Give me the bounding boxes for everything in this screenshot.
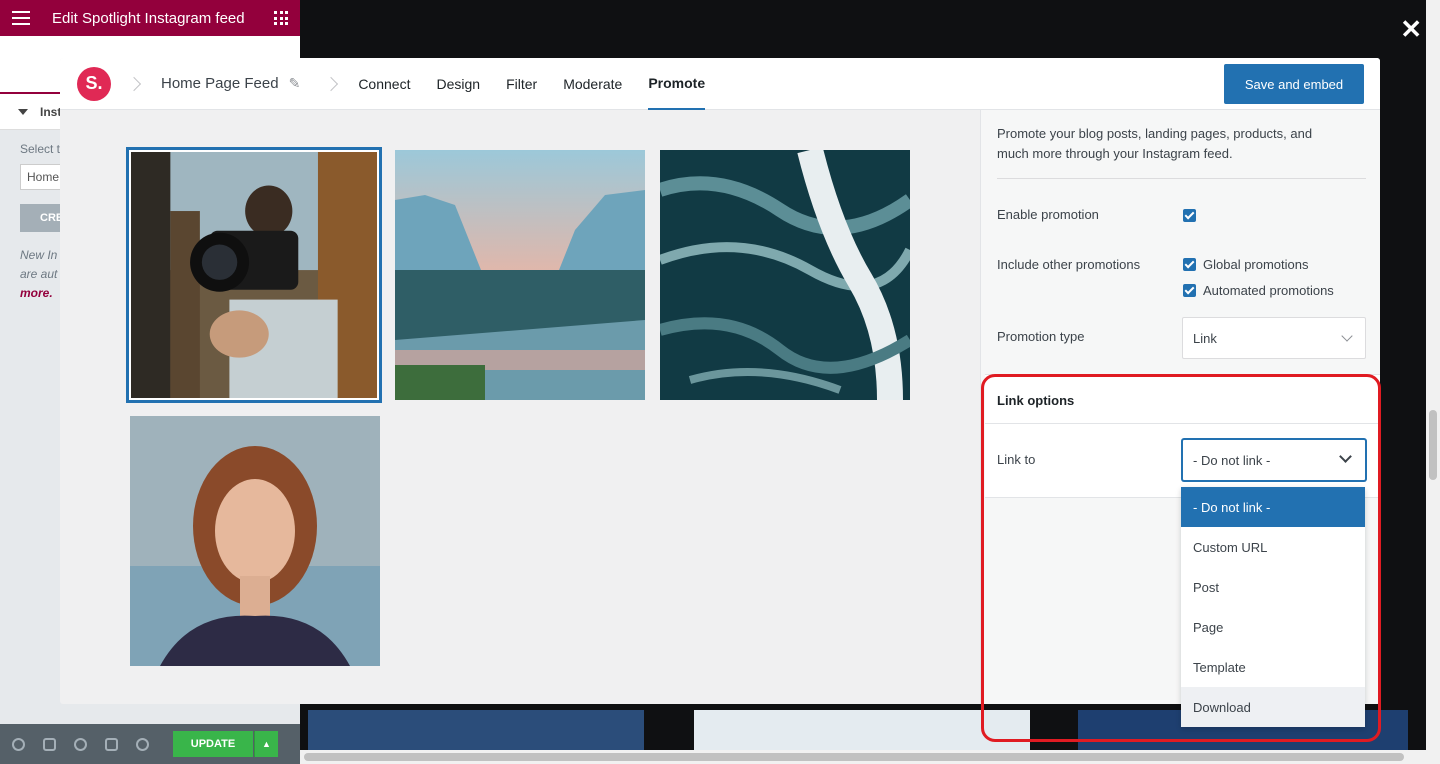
update-button[interactable]: UPDATE <box>173 731 253 757</box>
history-icon[interactable] <box>74 737 87 751</box>
link-options-section: Link options Link to - Do not link - <box>985 374 1380 498</box>
horizontal-scrollbar[interactable] <box>300 750 1426 764</box>
link-to-value: - Do not link - <box>1193 453 1271 468</box>
elementor-header: Edit Spotlight Instagram feed <box>0 0 300 36</box>
feed-name[interactable]: Home Page Feed <box>161 75 279 92</box>
promotion-type-value: Link <box>1193 331 1217 346</box>
grid-icon[interactable] <box>274 11 288 25</box>
responsive-icon[interactable] <box>105 737 118 751</box>
divider <box>985 423 1380 424</box>
option-post[interactable]: Post <box>1181 567 1365 607</box>
option-page[interactable]: Page <box>1181 607 1365 647</box>
promote-description: Promote your blog posts, landing pages, … <box>997 126 1313 161</box>
save-and-embed-button[interactable]: Save and embed <box>1224 64 1364 104</box>
chevron-down-icon <box>1339 450 1352 463</box>
settings-icon[interactable] <box>12 737 25 751</box>
hamburger-icon[interactable] <box>12 11 30 25</box>
link-to-label: Link to <box>997 452 1036 467</box>
caret-down-icon <box>18 108 28 115</box>
spotlight-logo: S. <box>77 66 111 101</box>
option-custom-url[interactable]: Custom URL <box>1181 527 1365 567</box>
tab-moderate[interactable]: Moderate <box>563 58 622 110</box>
close-icon[interactable]: ✕ <box>1400 16 1422 42</box>
post-ocean-waves[interactable] <box>660 150 910 400</box>
automated-promotions-checkbox[interactable] <box>1183 284 1196 297</box>
enable-promotion-checkbox[interactable] <box>1183 209 1196 222</box>
breadcrumb-chevron-icon <box>126 76 142 91</box>
tab-promote[interactable]: Promote <box>648 58 706 110</box>
learn-more-link[interactable]: more. <box>20 286 53 300</box>
link-to-dropdown: - Do not link - Custom URL Post Page Tem… <box>1181 487 1365 727</box>
post-mountain-river[interactable] <box>395 150 645 400</box>
tab-design[interactable]: Design <box>436 58 480 110</box>
option-do-not-link[interactable]: - Do not link - <box>1181 487 1365 527</box>
divider <box>997 178 1366 179</box>
post-grid <box>60 110 980 704</box>
global-promotions-label[interactable]: Global promotions <box>1203 257 1309 272</box>
breadcrumb-chevron-icon <box>324 76 339 91</box>
promotion-type-label: Promotion type <box>997 329 1085 344</box>
tab-filter[interactable]: Filter <box>506 58 537 110</box>
tab-connect[interactable]: Connect <box>358 58 410 110</box>
link-to-select[interactable]: - Do not link - <box>1182 439 1366 481</box>
update-options-icon[interactable]: ▲ <box>254 731 278 757</box>
automated-promotions-label[interactable]: Automated promotions <box>1203 283 1334 298</box>
pencil-icon[interactable]: ✎ <box>289 75 301 92</box>
elementor-footer: UPDATE ▲ <box>0 724 300 764</box>
include-other-promotions-label: Include other promotions <box>997 257 1141 272</box>
chevron-down-icon <box>1341 330 1353 342</box>
layers-icon[interactable] <box>43 737 56 751</box>
option-download[interactable]: Download <box>1181 687 1365 727</box>
vertical-scrollbar[interactable] <box>1426 0 1440 764</box>
post-portrait-woman[interactable] <box>130 416 380 666</box>
link-options-heading: Link options <box>997 393 1075 408</box>
post-photographer[interactable] <box>126 147 382 403</box>
elementor-title: Edit Spotlight Instagram feed <box>52 9 245 27</box>
enable-promotion-label: Enable promotion <box>997 207 1099 222</box>
promotion-type-select[interactable]: Link <box>1182 317 1366 359</box>
section-label: Inst <box>40 104 62 119</box>
global-promotions-checkbox[interactable] <box>1183 258 1196 271</box>
modal-topbar: S. Home Page Feed ✎ Connect Design Filte… <box>60 58 1380 110</box>
eye-icon[interactable] <box>136 737 149 751</box>
option-template[interactable]: Template <box>1181 647 1365 687</box>
